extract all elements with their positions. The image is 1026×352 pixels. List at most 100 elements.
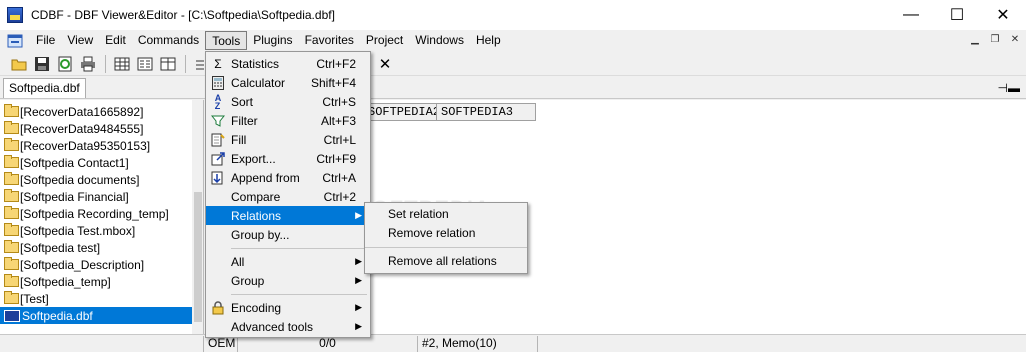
menu-favorites[interactable]: Favorites [299,31,360,50]
folder-icon [4,274,19,287]
menu-item-calculator[interactable]: Calculator Shift+F4 [206,73,370,92]
menu-item-export[interactable]: Export... Ctrl+F9 [206,149,370,168]
blank-icon [209,227,227,243]
maximize-button[interactable]: ☐ [934,0,980,30]
folder-icon [4,104,19,117]
tree-item[interactable]: [Softpedia test] [4,239,100,256]
tab-softpedia-dbf[interactable]: Softpedia.dbf [3,78,86,98]
menu-plugins[interactable]: Plugins [247,31,298,50]
submenu-item-set-relation[interactable]: Set relation [365,205,527,224]
tree-item[interactable]: [Softpedia Recording_temp] [4,205,169,222]
menu-item-advanced-tools[interactable]: Advanced tools ▶ [206,317,370,336]
menu-item-group-by[interactable]: Group by... [206,225,370,244]
close-button[interactable]: ✕ [980,0,1026,30]
menu-item-compare[interactable]: Compare Ctrl+2 [206,187,370,206]
folder-tree: [RecoverData1665892] [RecoverData9484555… [0,100,204,334]
tools-menu: Σ Statistics Ctrl+F2 Calculator Shift+F4… [205,51,371,338]
mdi-close-button[interactable]: ✕ [1008,32,1022,46]
menu-item-statistics[interactable]: Σ Statistics Ctrl+F2 [206,54,370,73]
menu-item-label: Export... [231,151,276,166]
tree-item-label: [Softpedia_Description] [20,257,145,272]
menu-windows[interactable]: Windows [409,31,470,50]
menu-separator [365,247,527,248]
tree-scrollbar[interactable] [192,100,203,334]
close-icon[interactable]: ✕ [374,53,396,75]
refresh-icon[interactable] [54,53,76,75]
submenu-item-remove-all-relations[interactable]: Remove all relations [365,252,527,271]
menu-item-sort[interactable]: AZ Sort Ctrl+S [206,92,370,111]
menu-item-shortcut: Ctrl+F9 [316,151,356,166]
menu-item-shortcut: Ctrl+A [322,170,356,185]
menu-edit[interactable]: Edit [99,31,132,50]
submenu-arrow-icon: ▶ [355,210,362,220]
sigma-icon: Σ [214,56,222,71]
tree-item[interactable]: [RecoverData95350153] [4,137,150,154]
menu-item-relations[interactable]: Relations ▶ [206,206,370,225]
tree-item[interactable]: [Softpedia_temp] [4,273,111,290]
folder-icon [4,138,19,151]
folder-icon [4,291,19,304]
menu-tools[interactable]: Tools [205,31,248,50]
menu-item-label: Sort [231,94,254,109]
calculator-icon [209,75,227,91]
tree-item[interactable]: [RecoverData9484555] [4,120,143,137]
save-icon[interactable] [31,53,53,75]
menu-item-fill[interactable]: Fill Ctrl+L [206,130,370,149]
tree-item[interactable]: [Softpedia_Description] [4,256,144,273]
status-field-info: #2, Memo(10) [418,335,538,352]
form-icon[interactable] [134,53,156,75]
mdi-minimize-button[interactable]: ▁ [968,32,982,46]
tree-item-label: [Softpedia_temp] [20,274,111,289]
tree-item[interactable]: [Softpedia documents] [4,171,139,188]
mdi-restore-button[interactable]: ❐ [988,32,1002,46]
tree-item-label: [Softpedia test] [20,240,101,255]
menu-item-shortcut: Alt+F3 [320,113,356,128]
submenu-arrow-icon: ▶ [355,302,362,312]
grid-icon[interactable] [111,53,133,75]
scrollbar-thumb[interactable] [194,192,202,322]
append-icon [209,170,227,186]
menu-item-append-from[interactable]: Append from Ctrl+A [206,168,370,187]
minimize-button[interactable]: — [888,0,934,30]
tree-item-selected[interactable]: Softpedia.dbf [0,307,192,324]
tree-item[interactable]: [Softpedia Contact1] [4,154,129,171]
menu-file[interactable]: File [30,31,61,50]
tree-item[interactable]: [RecoverData1665892] [4,103,143,120]
status-empty [0,335,204,352]
status-bar: OEM 0/0 #2, Memo(10) [0,334,1026,352]
menu-commands[interactable]: Commands [132,31,205,50]
folder-icon [4,206,19,219]
tree-item-label: [Test] [20,291,49,306]
title-bar: CDBF - DBF Viewer&Editor - [C:\Softpedia… [0,0,1026,30]
menu-item-label: Filter [231,113,258,128]
document-window-icon[interactable] [6,33,24,49]
menu-view[interactable]: View [61,31,99,50]
tree-item[interactable]: [Softpedia Financial] [4,188,129,205]
table-icon[interactable] [157,53,179,75]
menu-item-shortcut: Ctrl+S [322,94,356,109]
tree-item-label: [RecoverData95350153] [20,138,151,153]
blank-icon [209,273,227,289]
menu-item-encoding[interactable]: Encoding ▶ [206,298,370,317]
submenu-item-remove-relation[interactable]: Remove relation [365,224,527,243]
tree-item-label: [Softpedia Contact1] [20,155,129,170]
folder-icon [4,121,19,134]
menu-item-group[interactable]: Group ▶ [206,271,370,290]
blank-icon [209,254,227,270]
folder-icon [4,223,19,236]
pin-icon[interactable]: ⊣▬ [998,81,1020,95]
menu-item-shortcut: Ctrl+F2 [316,56,356,71]
open-icon[interactable] [8,53,30,75]
menu-item-filter[interactable]: Filter Alt+F3 [206,111,370,130]
column-header[interactable]: SOFTPEDIA3 [436,103,536,121]
tree-item[interactable]: [Softpedia Test.mbox] [4,222,135,239]
submenu-arrow-icon: ▶ [355,256,362,266]
column-header[interactable]: SOFTPEDIA2 [363,103,440,121]
print-icon[interactable] [77,53,99,75]
menu-item-shortcut: Ctrl+2 [323,189,356,204]
menu-help[interactable]: Help [470,31,507,50]
menu-item-all[interactable]: All ▶ [206,252,370,271]
menu-project[interactable]: Project [360,31,409,50]
menu-item-label: Advanced tools [231,319,314,334]
tree-item[interactable]: [Test] [4,290,49,307]
